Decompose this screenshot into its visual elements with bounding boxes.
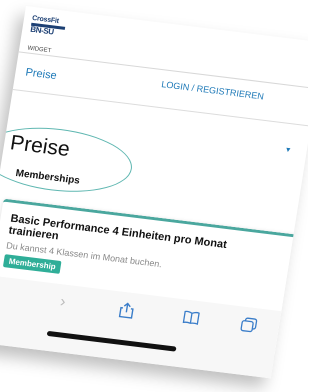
tabs-icon[interactable]: [239, 316, 258, 338]
share-icon[interactable]: [118, 302, 135, 323]
crossfit-logo[interactable]: CrossFit BN-SU: [30, 15, 71, 38]
membership-badge: Membership: [2, 254, 62, 274]
home-indicator: [46, 330, 177, 352]
nav-preise-link[interactable]: Preise: [25, 66, 58, 82]
login-register-link[interactable]: LOGIN / REGISTRIEREN: [161, 79, 265, 101]
browser-screen: CrossFit BN-SU WIDGET Preise LOGIN / REG…: [0, 6, 308, 379]
chevron-down-icon[interactable]: ▼: [284, 147, 292, 155]
book-icon[interactable]: [182, 309, 201, 329]
forward-arrow-icon[interactable]: ›: [59, 293, 67, 310]
highlight-oval: [0, 119, 137, 200]
back-arrow-icon[interactable]: ‹: [0, 285, 1, 302]
stage: CrossFit BN-SU WIDGET Preise LOGIN / REG…: [0, 0, 308, 392]
